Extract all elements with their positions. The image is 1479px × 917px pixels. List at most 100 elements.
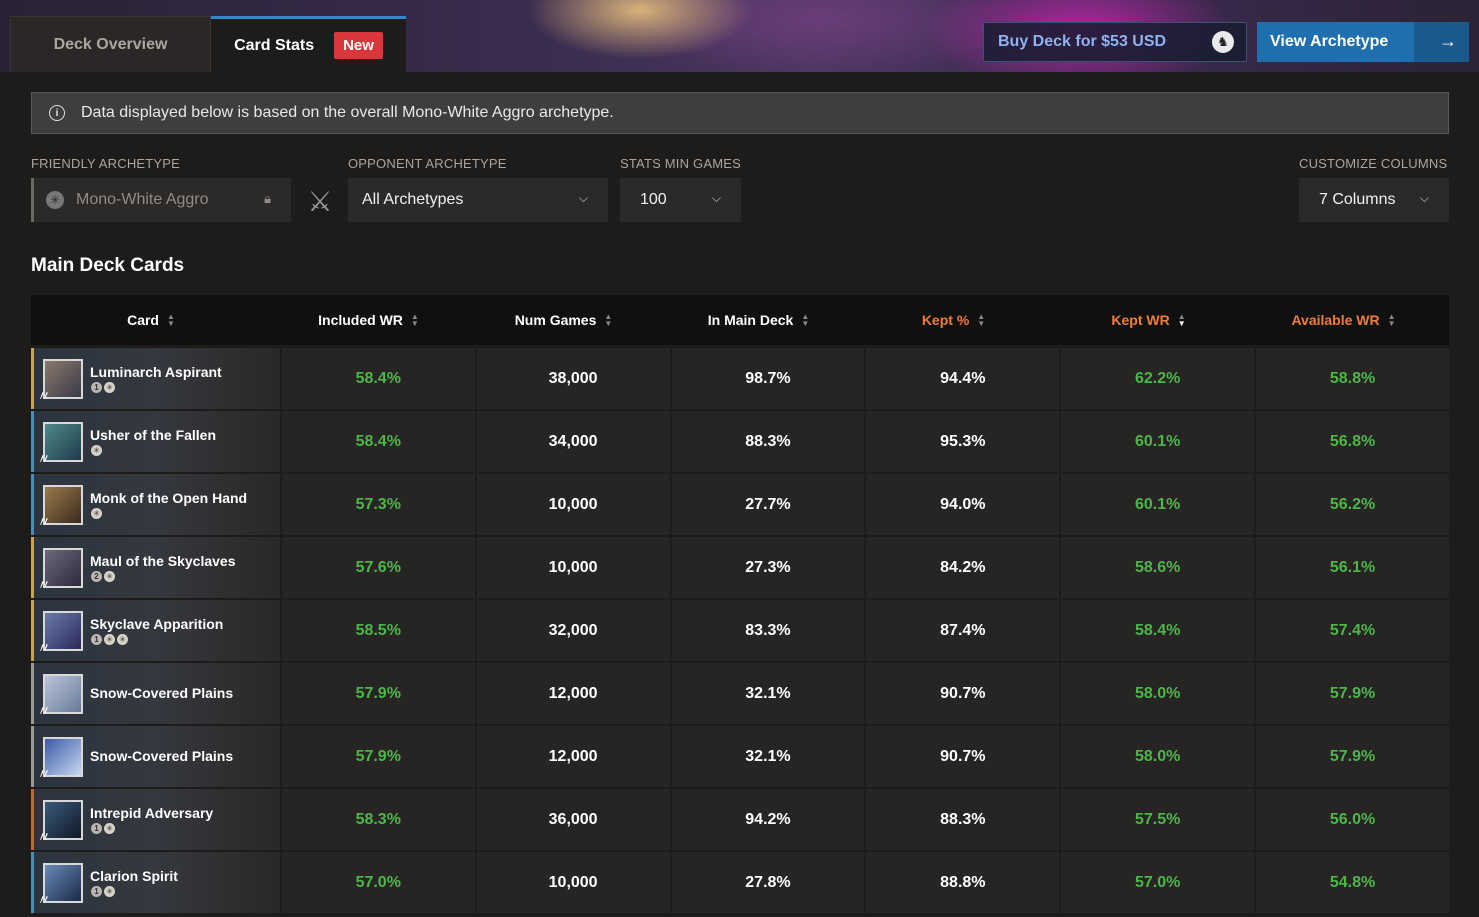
col-header-label: Included WR (318, 312, 403, 328)
chevron-down-icon: ⌵ (1419, 191, 1429, 205)
buy-deck-button[interactable]: Buy Deck for $53 USD ♞ (983, 22, 1247, 62)
col-header-kept-pct[interactable]: Kept % ▲ ▼ (856, 312, 1051, 328)
tab-label: Card Stats (234, 36, 315, 54)
card-cell[interactable]: 〃 Skyclave Apparition 1 ✳ ✳ (31, 600, 282, 661)
cell-included-wr: 58.4% (281, 348, 477, 409)
table-row[interactable]: 〃 Snow-Covered Plains 57.9% 12,000 32.1% 90.7… (31, 663, 1451, 726)
col-header-label: Kept WR (1111, 312, 1170, 328)
tab-card-stats[interactable]: Card Stats New (211, 16, 406, 72)
card-cell[interactable]: 〃 Snow-Covered Plains (31, 663, 282, 724)
card-cell[interactable]: 〃 Monk of the Open Hand ✳ (31, 474, 282, 535)
cell-num-games: 12,000 (476, 726, 672, 787)
chevron-down-icon: ⌵ (711, 191, 721, 205)
card-cell[interactable]: 〃 Snow-Covered Plains (31, 726, 282, 787)
cell-kept-wr: 60.1% (1061, 474, 1257, 535)
card-cell[interactable]: 〃 Clarion Spirit 1 ✳ (31, 852, 282, 913)
col-header-in-main-deck[interactable]: In Main Deck ▲ ▼ (661, 312, 856, 328)
card-name: Luminarch Aspirant (90, 364, 222, 380)
col-header-card[interactable]: Card ▲ ▼ (31, 312, 271, 328)
cell-in-main: 94.2% (671, 789, 867, 850)
set-symbol-icon: 〃 (37, 640, 51, 656)
friendly-archetype-field: ✳ Mono-White Aggro 🔒︎ (31, 178, 291, 222)
col-header-available-wr[interactable]: Available WR ▲ ▼ (1246, 312, 1441, 328)
buy-deck-label: Buy Deck for $53 USD (998, 33, 1167, 50)
table-row[interactable]: 〃 Intrepid Adversary 1 ✳ 58.3% 36,000 94.2% 88.… (31, 789, 1451, 852)
store-logo-icon: ♞ (1212, 31, 1234, 53)
mana-cost: ✳ (91, 508, 102, 519)
cell-in-main: 27.3% (671, 537, 867, 598)
table-row[interactable]: 〃 Monk of the Open Hand ✳ 57.3% 10,000 27.7% 9… (31, 474, 1451, 537)
cell-available-wr: 58.8% (1256, 348, 1451, 409)
view-archetype-button[interactable]: View Archetype → (1257, 22, 1469, 62)
cell-kept-wr: 62.2% (1061, 348, 1257, 409)
rarity-stripe (31, 537, 34, 598)
tab-deck-overview[interactable]: Deck Overview (10, 16, 211, 72)
generic-mana-icon: 2 (91, 571, 102, 582)
card-name: Snow-Covered Plains (90, 685, 234, 701)
cell-in-main: 32.1% (671, 726, 867, 787)
table-row[interactable]: 〃 Clarion Spirit 1 ✳ 57.0% 10,000 27.8% 88.8% 57… (31, 852, 1451, 915)
lock-icon: 🔒︎ (264, 191, 271, 206)
generic-mana-icon: 1 (91, 823, 102, 834)
col-header-included-wr[interactable]: Included WR ▲ ▼ (271, 312, 466, 328)
cell-kept-wr: 58.0% (1061, 726, 1257, 787)
cell-kept-wr: 58.4% (1061, 600, 1257, 661)
cell-included-wr: 58.4% (281, 411, 477, 472)
col-header-kept-wr[interactable]: Kept WR ▲ ▼ (1051, 312, 1246, 328)
customize-columns-label: CUSTOMIZE COLUMNS (1299, 156, 1448, 171)
card-cell[interactable]: 〃 Luminarch Aspirant 1 ✳ (31, 348, 282, 409)
customize-columns-select[interactable]: 7 Columns ⌵ (1299, 178, 1449, 222)
card-cell[interactable]: 〃 Usher of the Fallen ✳ (31, 411, 282, 472)
cell-num-games: 10,000 (476, 852, 672, 913)
cell-in-main: 27.7% (671, 474, 867, 535)
card-cell[interactable]: 〃 Intrepid Adversary 1 ✳ (31, 789, 282, 850)
customize-columns-value: 7 Columns (1319, 191, 1396, 208)
cell-kept-pct: 90.7% (866, 726, 1062, 787)
rarity-stripe (31, 663, 34, 724)
card-name: Skyclave Apparition (90, 616, 224, 632)
min-games-select[interactable]: 100 ⌵ (620, 178, 741, 222)
opponent-archetype-select[interactable]: All Archetypes ⌵ (348, 178, 608, 222)
table-row[interactable]: 〃 Maul of the Skyclaves 2 ✳ 57.6% 10,000 27.3%… (31, 537, 1451, 600)
set-symbol-icon: 〃 (37, 703, 51, 719)
cell-included-wr: 57.9% (281, 726, 477, 787)
table-row[interactable]: 〃 Luminarch Aspirant 1 ✳ 58.4% 38,000 98.7% 94.… (31, 348, 1451, 411)
cell-kept-pct: 94.4% (866, 348, 1062, 409)
cell-kept-pct: 94.0% (866, 474, 1062, 535)
cell-num-games: 34,000 (476, 411, 672, 472)
white-mana-icon: ✳ (91, 508, 102, 519)
white-mana-icon: ✳ (104, 886, 115, 897)
cell-kept-pct: 87.4% (866, 600, 1062, 661)
table-row[interactable]: 〃 Snow-Covered Plains 57.9% 12,000 32.1% 90.7… (31, 726, 1451, 789)
min-games-label: STATS MIN GAMES (620, 156, 741, 171)
opponent-archetype-value: All Archetypes (362, 191, 464, 208)
table-row[interactable]: 〃 Usher of the Fallen ✳ 58.4% 34,000 88.3% 95.… (31, 411, 1451, 474)
cell-available-wr: 56.8% (1256, 411, 1451, 472)
arrow-right-icon: → (1439, 31, 1457, 51)
cell-num-games: 10,000 (476, 537, 672, 598)
white-mana-icon: ✳ (46, 191, 64, 209)
set-symbol-icon: 〃 (37, 577, 51, 593)
set-symbol-icon: 〃 (37, 451, 51, 467)
card-name: Intrepid Adversary (90, 805, 214, 821)
table-row[interactable]: 〃 Skyclave Apparition 1 ✳ ✳ 58.5% 32,000 83.3% 8… (31, 600, 1451, 663)
white-mana-icon: ✳ (104, 634, 115, 645)
card-name: Monk of the Open Hand (90, 490, 248, 506)
set-symbol-icon: 〃 (37, 514, 51, 530)
min-games-value: 100 (640, 191, 667, 208)
mana-cost: 1 ✳ ✳ (91, 634, 128, 645)
cell-num-games: 36,000 (476, 789, 672, 850)
cell-available-wr: 56.2% (1256, 474, 1451, 535)
cell-included-wr: 57.0% (281, 852, 477, 913)
col-header-num-games[interactable]: Num Games ▲ ▼ (466, 312, 661, 328)
view-archetype-label: View Archetype (1270, 33, 1389, 50)
cell-num-games: 38,000 (476, 348, 672, 409)
info-icon: i (49, 105, 65, 121)
col-header-label: Kept % (921, 312, 970, 328)
rarity-stripe (31, 474, 34, 535)
white-mana-icon: ✳ (117, 634, 128, 645)
card-cell[interactable]: 〃 Maul of the Skyclaves 2 ✳ (31, 537, 282, 598)
col-header-label: Available WR (1291, 312, 1380, 328)
generic-mana-icon: 1 (91, 634, 102, 645)
set-symbol-icon: 〃 (37, 892, 51, 908)
